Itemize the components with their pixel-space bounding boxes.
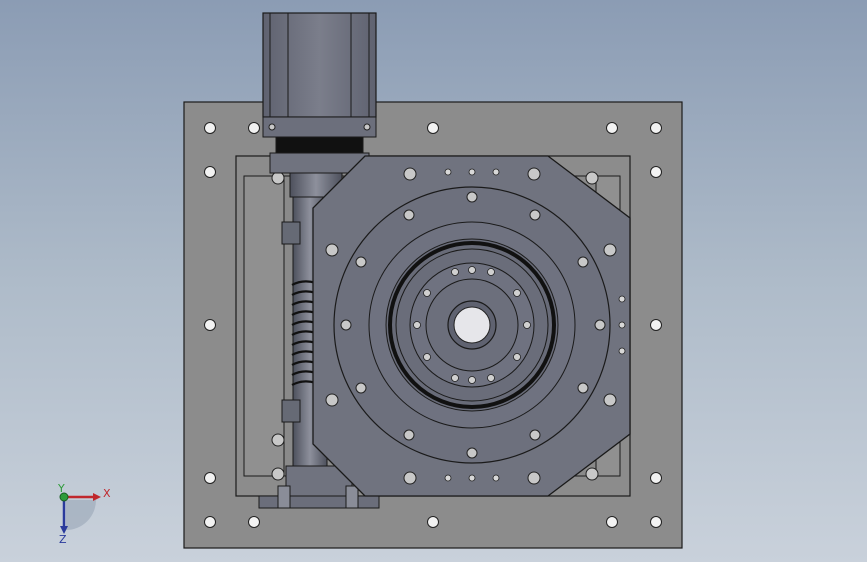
plate-hole [650,166,662,178]
motor-coupling [275,136,364,154]
worm-shaft-bearing [281,221,301,245]
worm-end-bolt [345,485,359,509]
plate-hole [248,122,260,134]
rotary-table[interactable] [312,155,631,497]
motor-flange-bolt [268,123,276,131]
motor-flange [262,116,377,138]
x-axis-label: X [103,487,111,500]
triad-shadow-arc [66,500,96,530]
plate-hole [427,516,439,528]
worm-end-flange [258,495,380,509]
table-bolt [527,167,541,181]
cad-viewport[interactable]: X Y Z [0,0,867,562]
plate-hole [427,122,439,134]
plate-hole [606,516,618,528]
plate-hole [204,319,216,331]
worm-end-bolt [277,485,291,509]
x-axis-arrowhead [93,493,101,501]
motor-flange-bolt [363,123,371,131]
plate-hole [650,472,662,484]
table-bolt [403,167,417,181]
housing-left-wall [243,175,285,477]
plate-hole [650,319,662,331]
servo-motor[interactable] [262,12,377,174]
worm-shaft-bearing [281,399,301,423]
housing-screw [271,467,285,481]
table-bolt [603,243,617,257]
housing-screw [271,171,285,185]
table-bolt [325,393,339,407]
view-triad[interactable]: X Y Z [57,482,111,546]
motor-body [262,12,377,118]
plate-hole [650,516,662,528]
center-bore [453,306,491,344]
plate-hole [204,122,216,134]
table-bolt [527,471,541,485]
plate-hole [204,516,216,528]
plate-hole [606,122,618,134]
plate-hole [204,472,216,484]
table-bolt [325,243,339,257]
housing-screw [585,171,599,185]
housing-screw [585,467,599,481]
y-axis-label: Y [57,482,65,495]
z-axis-label: Z [59,533,67,546]
plate-hole [248,516,260,528]
plate-hole [204,166,216,178]
housing-screw [271,433,285,447]
table-bolt [403,471,417,485]
table-bolt [603,393,617,407]
plate-hole [650,122,662,134]
